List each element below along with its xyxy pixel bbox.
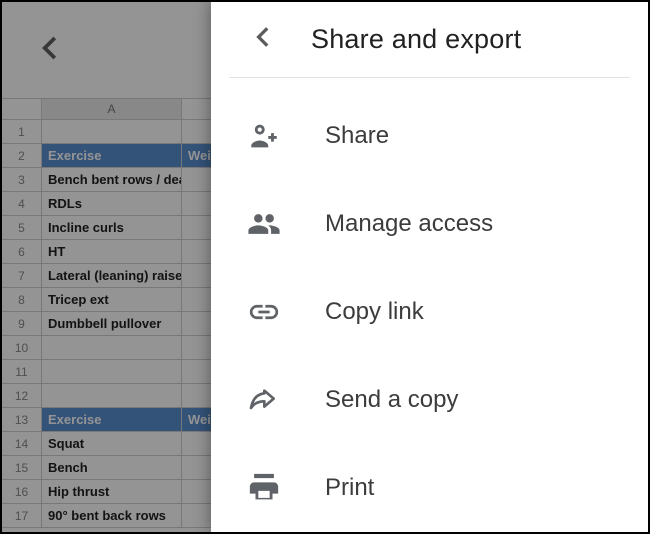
menu-item-label: Copy link xyxy=(325,298,424,326)
menu-item-send[interactable]: Send a copy xyxy=(211,356,648,444)
manage-icon xyxy=(247,207,293,241)
panel-title: Share and export xyxy=(311,24,521,55)
panel-back-button[interactable] xyxy=(251,24,277,55)
link-icon xyxy=(247,295,293,329)
print-icon xyxy=(247,471,293,505)
menu-item-link[interactable]: Copy link xyxy=(211,268,648,356)
menu-item-label: Manage access xyxy=(325,210,493,238)
share-icon xyxy=(247,119,293,153)
menu-item-share[interactable]: Share xyxy=(211,92,648,180)
panel-header: Share and export xyxy=(229,2,630,78)
menu-item-label: Send a copy xyxy=(325,386,458,414)
menu-item-manage[interactable]: Manage access xyxy=(211,180,648,268)
share-export-panel: Share and export Share Manage access Copy … xyxy=(211,2,648,532)
menu-item-label: Share xyxy=(325,122,389,150)
send-icon xyxy=(247,384,293,416)
panel-menu: Share Manage access Copy link Send a copy Pr… xyxy=(211,78,648,532)
menu-item-print[interactable]: Print xyxy=(211,444,648,532)
menu-item-label: Print xyxy=(325,474,374,502)
